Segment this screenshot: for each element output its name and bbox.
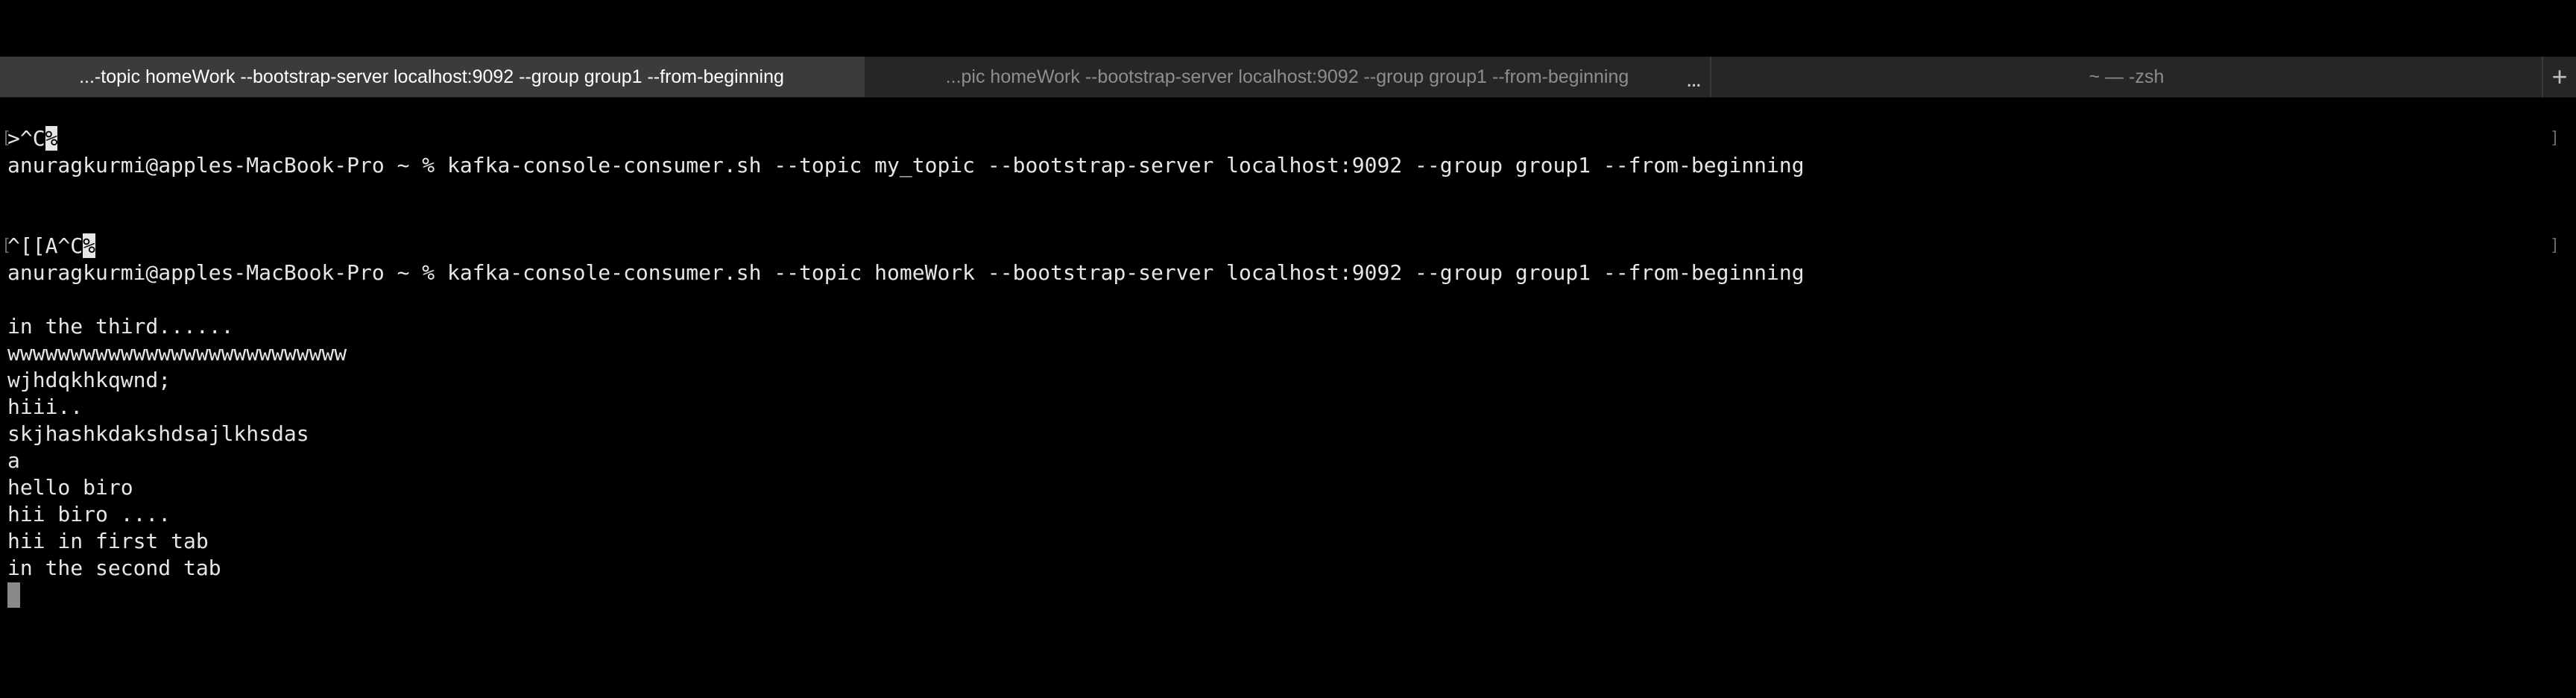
title-bar — [0, 0, 2576, 57]
tab-title: ...-topic homeWork --bootstrap-server lo… — [79, 66, 784, 87]
tab-homework-consumer-1[interactable]: ...-topic homeWork --bootstrap-server lo… — [0, 57, 865, 97]
new-tab-button[interactable]: + — [2543, 57, 2576, 97]
partial-line-marker: % — [45, 126, 58, 151]
interrupt-line-1: [>^C%] — [1, 125, 2569, 152]
left-margin-mark: [ — [1, 129, 12, 148]
tab-homework-consumer-2[interactable]: ...pic homeWork --bootstrap-server local… — [865, 57, 1711, 97]
tab-title: ...pic homeWork --bootstrap-server local… — [945, 66, 1629, 87]
prompt-line-1: anuragkurmi@apples-MacBook-Pro ~ % kafka… — [7, 153, 1805, 177]
message-line: hiii.. — [7, 394, 83, 419]
message-line: in the second tab — [7, 556, 221, 580]
message-line: skjhashkdakshdsajlkhsdas — [7, 421, 309, 446]
prompt-line-2: anuragkurmi@apples-MacBook-Pro ~ % kafka… — [7, 260, 1805, 285]
message-line: hello biro — [7, 475, 133, 500]
partial-line-marker: % — [83, 233, 96, 258]
interrupt-line-2: [^[[A^C%] — [1, 233, 2569, 260]
interrupt-text: >^C — [7, 126, 45, 151]
message-line: wwwwwwwwwwwwwwwwwwwwwwwwwww — [7, 341, 347, 365]
right-margin-mark: ] — [2549, 236, 2560, 255]
interrupt-text: ^[[A^C — [7, 233, 83, 258]
tab-bar: ...-topic homeWork --bootstrap-server lo… — [0, 57, 2576, 98]
tab-title: ~ — -zsh — [2089, 66, 2165, 87]
message-line: hii in first tab — [7, 529, 209, 553]
message-line: hii biro .... — [7, 502, 171, 526]
left-margin-mark: [ — [1, 236, 12, 255]
message-line: wjhdqkhkqwnd; — [7, 368, 171, 392]
message-line: in the third...... — [7, 314, 234, 339]
tab-zsh[interactable]: ~ — -zsh — [1711, 57, 2543, 97]
terminal-window: ...-topic homeWork --bootstrap-server lo… — [0, 0, 2576, 698]
terminal-output[interactable]: [>^C%] anuragkurmi@apples-MacBook-Pro ~ … — [1, 125, 2569, 609]
text-cursor — [7, 582, 20, 608]
right-margin-mark: ] — [2549, 129, 2560, 148]
cursor-line — [7, 582, 2569, 609]
tab-overflow-ellipsis[interactable]: ... — [1686, 67, 1702, 92]
message-line: a — [7, 448, 20, 473]
